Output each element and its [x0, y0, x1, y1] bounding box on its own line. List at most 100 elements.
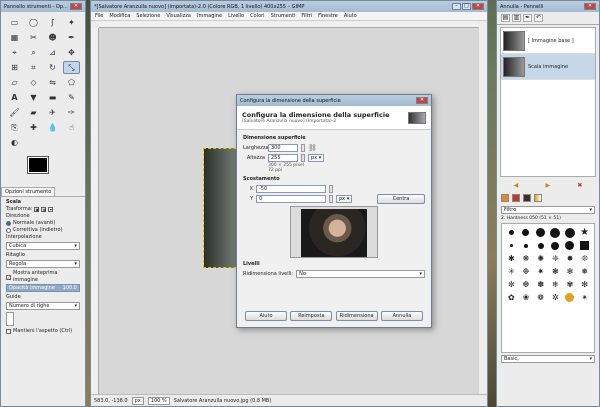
brush-item[interactable]	[534, 240, 547, 251]
tab-undo-icon[interactable]: ↶	[534, 14, 543, 22]
paths-icon[interactable]: ✒	[63, 31, 80, 44]
menu-select[interactable]: Selezione	[136, 13, 160, 19]
width-field[interactable]: 300	[268, 143, 298, 152]
smudge-icon[interactable]: ☝	[63, 121, 80, 134]
offset-unit-select[interactable]: px ▾	[336, 194, 353, 203]
paintbrush-icon[interactable]: 🖌	[6, 106, 23, 119]
preview-option[interactable]: ✓ Mostra anteprima immagine	[6, 270, 80, 284]
width-spinner[interactable]	[301, 143, 305, 152]
menu-filters[interactable]: Filtri	[301, 13, 312, 19]
close-icon[interactable]: ✕	[472, 3, 484, 10]
close-icon[interactable]: ✕	[416, 97, 428, 104]
airbrush-icon[interactable]: ✈	[44, 106, 61, 119]
shear-icon[interactable]: ▱	[6, 76, 23, 89]
zoom-icon[interactable]: ⌕	[25, 46, 42, 59]
guides-select[interactable]: Numero di righe ▾	[6, 302, 80, 310]
transform-path-icon[interactable]: ✒	[48, 207, 54, 212]
menu-edit[interactable]: Modifica	[109, 13, 130, 19]
close-icon[interactable]: ✕	[70, 3, 82, 10]
menu-layer[interactable]: Livello	[228, 13, 244, 19]
tab-paths-icon[interactable]: ✒	[523, 14, 532, 22]
align-icon[interactable]: ⊞	[6, 61, 23, 74]
brush-item[interactable]: ✱	[505, 253, 518, 264]
resize-layers-select[interactable]: No ▾	[296, 269, 425, 278]
brush-item[interactable]: ❄	[549, 279, 562, 290]
size-unit-select[interactable]: px ▾	[308, 153, 325, 162]
zoom-select[interactable]: 100 %	[147, 396, 170, 405]
cage-icon[interactable]: ⬠	[63, 76, 80, 89]
radio-icon[interactable]	[6, 221, 11, 226]
dir-normal-option[interactable]: Normale (avanti)	[6, 220, 80, 227]
minimize-icon[interactable]: –	[452, 3, 461, 10]
brush-item[interactable]: ❁	[534, 292, 547, 303]
offset-preview[interactable]	[290, 206, 378, 258]
brush-filter[interactable]: Filtro ▾	[501, 206, 595, 214]
blur-icon[interactable]: 💧	[44, 121, 61, 134]
brush-item[interactable]: ❅	[578, 266, 591, 277]
menu-tools[interactable]: Strumenti	[271, 13, 296, 19]
brush-item[interactable]: ✲	[549, 292, 562, 303]
brush-item[interactable]	[520, 240, 533, 251]
brush-item[interactable]: ❊	[578, 253, 591, 264]
brush-item[interactable]: ✼	[505, 279, 518, 290]
bucket-fill-icon[interactable]: ▼	[25, 91, 42, 104]
blend-icon[interactable]: ▬	[44, 91, 61, 104]
brush-item[interactable]	[534, 227, 547, 238]
history-item[interactable]: [ Immagine base ]	[501, 28, 595, 54]
brush-item[interactable]: ✽	[534, 279, 547, 290]
brush-item[interactable]: ❋	[520, 253, 533, 264]
brush-item[interactable]	[564, 240, 577, 251]
menu-view[interactable]: Visualizza	[166, 13, 191, 19]
foreground-select-icon[interactable]: ☻	[44, 31, 61, 44]
chain-link-icon[interactable]: ⛓	[308, 144, 317, 152]
patterns-tab-icon[interactable]	[501, 194, 509, 202]
center-button[interactable]: Centra	[377, 193, 425, 204]
tab-tool-options[interactable]: Opzioni strumento	[1, 187, 56, 196]
brush-item[interactable]: ❉	[520, 266, 533, 277]
cancel-button[interactable]: Annulla	[380, 311, 423, 321]
scale-icon[interactable]: ⤡	[63, 61, 80, 74]
scissors-icon[interactable]: ✂	[25, 31, 42, 44]
y-offset-field[interactable]: 0	[256, 194, 326, 203]
rect-select-icon[interactable]: ▭	[6, 16, 23, 29]
flip-icon[interactable]: ⇋	[44, 76, 61, 89]
gradients-tab-icon[interactable]	[512, 194, 520, 202]
opacity-slider[interactable]: Opacità immagine 100.0	[6, 284, 80, 292]
text-icon[interactable]: A	[6, 91, 23, 104]
help-button[interactable]: Aiuto	[245, 311, 287, 321]
x-offset-field[interactable]: -50	[256, 184, 326, 193]
color-swatches[interactable]	[6, 155, 80, 185]
brush-item[interactable]: ✳	[505, 266, 518, 277]
brush-item[interactable]: ✺	[534, 253, 547, 264]
reset-button[interactable]: Reimposta	[290, 311, 333, 321]
menu-image[interactable]: Immagine	[197, 13, 222, 19]
palettes-tab-icon[interactable]	[534, 194, 542, 202]
brush-item[interactable]: ❈	[549, 253, 562, 264]
keep-aspect-option[interactable]: Mantieni l'aspetto (Ctrl)	[6, 328, 80, 335]
clone-icon[interactable]: ⎘	[6, 121, 23, 134]
brush-item[interactable]: ✿	[505, 292, 518, 303]
brush-item[interactable]: ✸	[564, 253, 577, 264]
history-item[interactable]: Scala immagine	[501, 54, 595, 80]
x-spinner[interactable]	[329, 184, 333, 193]
brush-item[interactable]: ✴	[578, 292, 591, 303]
brush-item[interactable]	[578, 240, 591, 251]
brush-item[interactable]: ✷	[534, 266, 547, 277]
y-spinner[interactable]	[329, 194, 333, 203]
tab-layers-icon[interactable]: ▤	[501, 14, 510, 22]
move-icon[interactable]: ✥	[63, 46, 80, 59]
menu-file[interactable]: File	[95, 13, 103, 19]
clip-select[interactable]: Regola ▾	[6, 260, 80, 268]
foreground-color[interactable]	[27, 156, 49, 174]
brush-item[interactable]	[549, 227, 562, 238]
tab-channels-icon[interactable]: ▥	[512, 14, 521, 22]
ink-icon[interactable]: ✑	[63, 106, 80, 119]
brush-item[interactable]: ❆	[520, 279, 533, 290]
redo-icon[interactable]: ▶	[545, 182, 550, 189]
brush-item[interactable]	[505, 227, 518, 238]
fuzzy-select-icon[interactable]: ✦	[63, 16, 80, 29]
measure-icon[interactable]: ⊿	[44, 46, 61, 59]
crop-icon[interactable]: ⌗	[25, 61, 42, 74]
brush-item[interactable]: ❀	[520, 292, 533, 303]
free-select-icon[interactable]: ʃ	[44, 16, 61, 29]
